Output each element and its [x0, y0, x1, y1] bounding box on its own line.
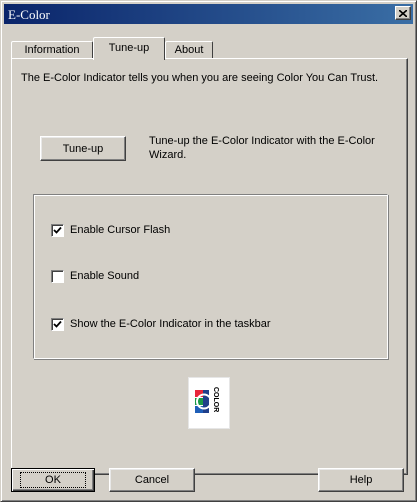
checkbox-box[interactable] — [51, 269, 64, 283]
dialog-window: E-Color Information Tune-up About The E-… — [0, 0, 417, 502]
checkmark-icon — [53, 320, 62, 328]
checkmark-icon — [53, 226, 62, 234]
window-title: E-Color — [8, 7, 50, 22]
tab-information[interactable]: Information — [11, 41, 93, 59]
tune-up-button[interactable]: Tune-up — [40, 136, 126, 161]
ok-button[interactable]: OK — [11, 468, 95, 492]
help-button-label: Help — [349, 474, 373, 486]
tab-tune-up[interactable]: Tune-up — [93, 37, 165, 60]
cursor-flash-label: Enable Cursor Flash — [70, 224, 171, 236]
ok-button-label: OK — [20, 472, 86, 488]
title-bar[interactable]: E-Color — [4, 4, 413, 24]
intro-text: The E-Color Indicator tells you when you… — [21, 72, 379, 84]
taskbar-indicator-label: Show the E-Color Indicator in the taskba… — [70, 318, 271, 330]
checkbox-box[interactable] — [51, 223, 64, 237]
checkbox-box[interactable] — [51, 317, 64, 331]
taskbar-indicator-checkbox[interactable]: Show the E-Color Indicator in the taskba… — [51, 317, 271, 331]
tune-up-description: Tune-up the E-Color Indicator with the E… — [149, 135, 375, 161]
close-button[interactable] — [395, 6, 411, 20]
sound-label: Enable Sound — [70, 270, 140, 282]
cancel-button[interactable]: Cancel — [109, 468, 195, 492]
cursor-flash-checkbox[interactable]: Enable Cursor Flash — [51, 223, 170, 237]
e-color-logo-icon: COLOR — [195, 387, 219, 413]
help-button[interactable]: Help — [318, 468, 404, 492]
cancel-button-label: Cancel — [134, 474, 170, 486]
sound-checkbox[interactable]: Enable Sound — [51, 269, 139, 283]
logo-lettering: COLOR — [212, 387, 219, 412]
close-icon — [399, 9, 407, 17]
tab-about[interactable]: About — [165, 41, 213, 59]
e-color-logo: COLOR — [188, 377, 230, 429]
tune-up-button-label: Tune-up — [62, 142, 104, 155]
